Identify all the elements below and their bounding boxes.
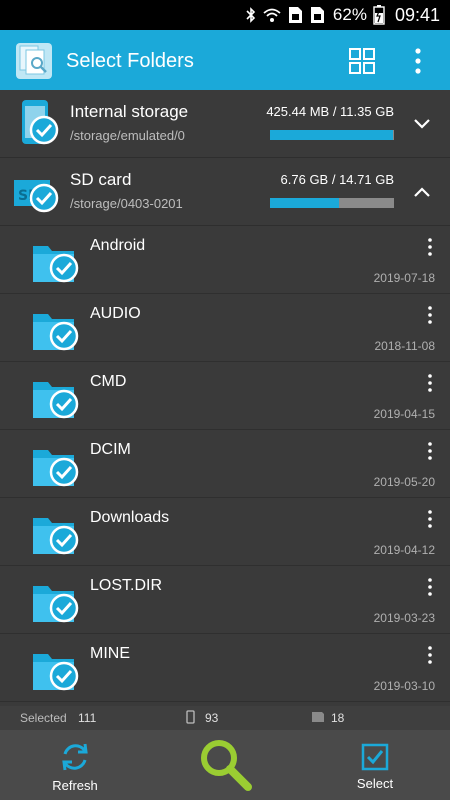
folder-menu-button[interactable] (420, 506, 440, 532)
bottom-bar: Refresh Select (0, 730, 450, 800)
app-bar: Select Folders (0, 30, 450, 92)
folder-date: 2018-11-08 (374, 339, 436, 353)
overflow-menu-icon (428, 578, 432, 596)
folder-row[interactable]: Downloads 2019-04-12 (0, 498, 450, 566)
folder-checked-icon[interactable] (30, 578, 82, 626)
folder-menu-button[interactable] (420, 574, 440, 600)
internal-count: 93 (205, 711, 219, 725)
folder-checked-icon[interactable] (30, 646, 82, 694)
chevron-up-icon (414, 187, 430, 197)
folder-list: Android 2019-07-18 AUDIO 2018-11-08 CMD … (0, 226, 450, 702)
overflow-menu-icon (428, 238, 432, 256)
select-label: Select (356, 776, 394, 791)
folder-menu-button[interactable] (420, 438, 440, 464)
folder-name: LOST.DIR (90, 577, 163, 594)
search-icon (201, 740, 252, 791)
folder-row[interactable]: AUDIO 2018-11-08 (0, 294, 450, 362)
storage-usage-fill (270, 130, 393, 140)
selected-count: 111 (78, 711, 97, 725)
folder-checked-icon[interactable] (30, 442, 82, 490)
chevron-down-icon (414, 119, 430, 129)
folder-checked-icon[interactable] (30, 510, 82, 558)
storage-size: 425.44 MB / 11.35 GB (266, 104, 394, 119)
storage-size: 6.76 GB / 14.71 GB (280, 172, 394, 187)
bluetooth-icon (245, 5, 257, 25)
folder-row[interactable]: LOST.DIR 2019-03-23 (0, 566, 450, 634)
folder-date: 2019-05-20 (373, 475, 435, 489)
storage-row-internal[interactable]: Internal storage /storage/emulated/0 425… (0, 90, 450, 158)
folder-name: CMD (90, 373, 127, 390)
sd-card-icon: SD (12, 166, 62, 216)
storage-row-sd[interactable]: SD SD card /storage/0403-0201 6.76 GB / … (0, 158, 450, 226)
refresh-icon (62, 743, 88, 771)
folder-date: 2019-03-10 (373, 679, 435, 693)
storage-usage-bar (270, 130, 394, 140)
select-checkbox-icon (361, 743, 389, 771)
folder-name: MINE (90, 645, 130, 662)
folder-name: AUDIO (90, 305, 141, 322)
overflow-menu-icon (428, 374, 432, 392)
folder-checked-icon[interactable] (30, 238, 82, 286)
folder-name: Android (90, 237, 146, 254)
phone-storage-icon (12, 98, 62, 148)
folder-row[interactable]: DCIM 2019-05-20 (0, 430, 450, 498)
phone-icon (186, 710, 195, 727)
overflow-menu-icon (428, 510, 432, 528)
folder-row[interactable]: MINE 2019-03-10 (0, 634, 450, 702)
sim-icon (287, 5, 303, 25)
battery-percent: 62% (332, 5, 367, 24)
folder-date: 2019-07-18 (373, 271, 435, 285)
selection-summary: Selected 111 93 18 (0, 706, 450, 730)
overflow-menu-icon (415, 48, 421, 74)
folder-menu-button[interactable] (420, 642, 440, 668)
folder-checked-icon[interactable] (30, 374, 82, 422)
storage-name: Internal storage (70, 102, 189, 121)
sd-count: 18 (331, 711, 345, 725)
grid-view-button[interactable] (334, 33, 390, 89)
folder-checked-icon[interactable] (30, 306, 82, 354)
overflow-menu-icon (428, 646, 432, 664)
folder-menu-button[interactable] (420, 302, 440, 328)
folder-date: 2019-04-15 (373, 407, 435, 421)
folder-name: Downloads (90, 509, 170, 526)
sim2-icon (309, 5, 325, 25)
status-bar: 62% 09:41 (0, 0, 450, 30)
wifi-icon (263, 5, 281, 25)
storage-path: /storage/emulated/0 (70, 128, 185, 143)
folder-menu-button[interactable] (420, 234, 440, 260)
overflow-menu-icon (428, 306, 432, 324)
clock: 09:41 (394, 4, 440, 25)
overflow-menu-icon (428, 442, 432, 460)
collapse-chevron-button[interactable] (408, 178, 436, 206)
folder-menu-button[interactable] (420, 370, 440, 396)
selected-label: Selected (20, 711, 67, 725)
refresh-label: Refresh (52, 778, 98, 793)
app-logo-icon (14, 41, 54, 81)
expand-chevron-button[interactable] (408, 110, 436, 138)
sd-icon (311, 711, 325, 726)
overflow-menu-button[interactable] (390, 33, 446, 89)
storage-path: /storage/0403-0201 (70, 196, 183, 211)
storage-usage-fill (270, 198, 340, 208)
page-title: Select Folders (66, 49, 194, 72)
search-button[interactable] (195, 730, 255, 800)
battery-icon (373, 5, 385, 25)
folder-date: 2019-03-23 (373, 611, 435, 625)
grid-view-icon (349, 48, 375, 74)
storage-usage-bar (270, 198, 394, 208)
refresh-button[interactable]: Refresh (45, 730, 105, 800)
folder-date: 2019-04-12 (373, 543, 435, 557)
folder-row[interactable]: CMD 2019-04-15 (0, 362, 450, 430)
folder-row[interactable]: Android 2019-07-18 (0, 226, 450, 294)
storage-name: SD card (70, 170, 132, 189)
select-button[interactable]: Select (345, 730, 405, 800)
folder-name: DCIM (90, 441, 131, 458)
